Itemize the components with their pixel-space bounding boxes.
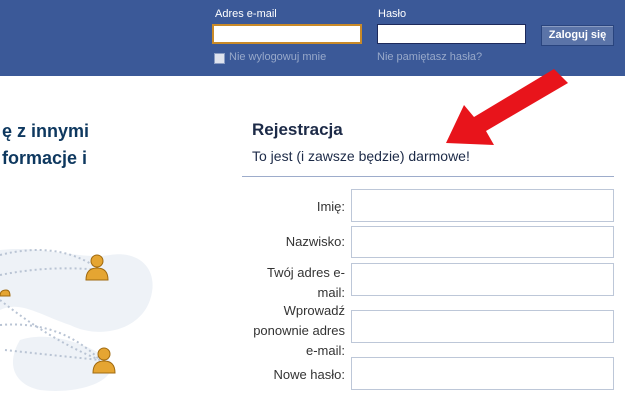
email-label-reg: Twój adres e-mail: xyxy=(266,265,345,300)
forgot-password-link[interactable]: Nie pamiętasz hasła? xyxy=(377,51,482,63)
email-confirm-label: Wprowadź ponownie adres e-mail: xyxy=(253,303,345,358)
left-heading: ę z innymi formacje i xyxy=(2,121,90,168)
last-name-label: Nazwisko: xyxy=(285,234,345,249)
red-arrow-annotation xyxy=(446,69,568,145)
login-email-input[interactable] xyxy=(212,24,362,44)
registration-title: Rejestracja xyxy=(252,120,343,139)
login-password-input[interactable] xyxy=(377,24,526,44)
divider xyxy=(242,176,614,177)
keep-logged-in-label[interactable]: Nie wylogowuj mnie xyxy=(229,51,326,63)
email-confirm-field[interactable] xyxy=(351,310,614,343)
password-label: Hasło xyxy=(378,8,407,20)
new-password-field[interactable] xyxy=(351,357,614,390)
registration-subtitle: To jest (i zawsze będzie) darmowe! xyxy=(252,148,470,164)
email-field[interactable] xyxy=(351,263,614,296)
world-map-illustration xyxy=(0,248,153,391)
first-name-label: Imię: xyxy=(316,199,345,214)
email-label: Adres e-mail xyxy=(215,8,277,20)
new-password-label: Nowe hasło: xyxy=(273,367,345,382)
keep-logged-in-checkbox[interactable] xyxy=(214,53,225,64)
first-name-field[interactable] xyxy=(351,189,614,222)
last-name-field[interactable] xyxy=(351,226,614,258)
login-button[interactable]: Zaloguj się xyxy=(541,25,614,46)
